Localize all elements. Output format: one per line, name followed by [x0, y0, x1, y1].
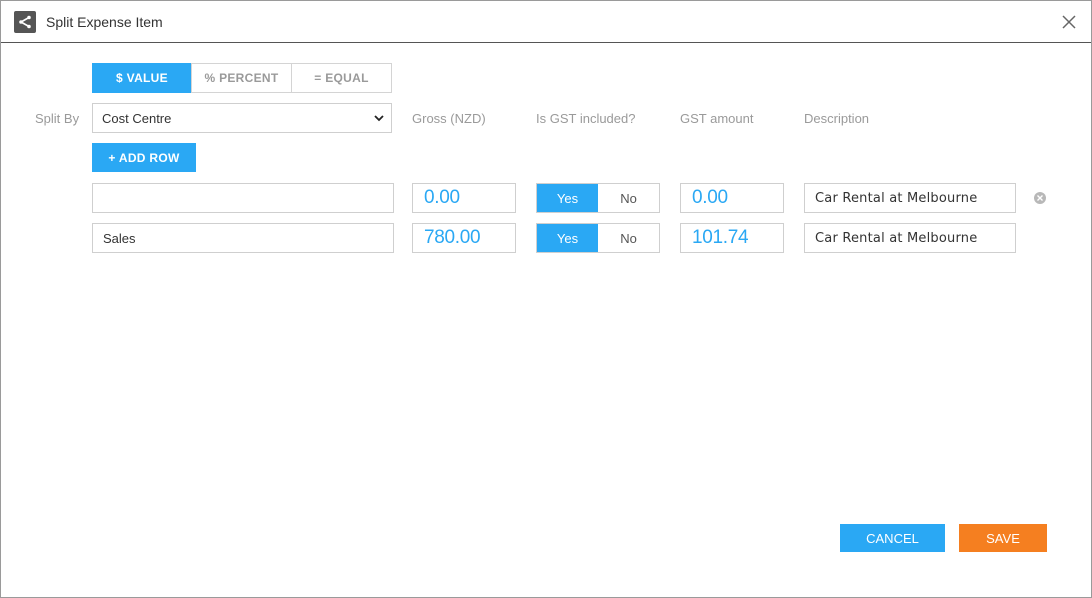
row-2-cost-centre-value: Sales: [103, 230, 136, 246]
split-expense-dialog: Split Expense Item $ VALUE % PERCENT = E…: [0, 0, 1092, 598]
row-1-description-value: Car Rental at Melbourne: [815, 190, 978, 206]
split-mode-value-tab[interactable]: $ VALUE: [92, 63, 192, 93]
row-1-gst-no-option[interactable]: No: [598, 184, 659, 212]
row-2-cost-centre-input[interactable]: Sales: [92, 223, 394, 253]
add-row-button[interactable]: + ADD ROW: [92, 143, 196, 172]
row-1-gst-toggle: Yes No: [536, 183, 660, 213]
cancel-button[interactable]: CANCEL: [840, 524, 945, 552]
gst-amount-column-header: GST amount: [680, 111, 754, 126]
row-1-gst-yes-option[interactable]: Yes: [537, 184, 598, 212]
row-2-gst-amount-input[interactable]: 101.74: [680, 223, 784, 253]
gross-column-header: Gross (NZD): [412, 111, 486, 126]
split-by-label: Split By: [35, 111, 80, 126]
chevron-down-icon: [373, 112, 385, 127]
save-button[interactable]: SAVE: [959, 524, 1047, 552]
split-by-select[interactable]: Cost Centre: [92, 103, 392, 133]
row-1-description-input[interactable]: Car Rental at Melbourne: [804, 183, 1016, 213]
row-2-gst-no-option[interactable]: No: [598, 224, 659, 252]
dialog-title: Split Expense Item: [46, 14, 163, 30]
row-1-cost-centre-input[interactable]: [92, 183, 394, 213]
split-mode-equal-tab[interactable]: = EQUAL: [291, 63, 392, 93]
dialog-titlebar: Split Expense Item: [1, 1, 1091, 43]
row-2-description-input[interactable]: Car Rental at Melbourne: [804, 223, 1016, 253]
row-2-gross-value: 780.00: [424, 227, 481, 248]
description-column-header: Description: [804, 111, 870, 126]
row-2-gst-toggle: Yes No: [536, 223, 660, 253]
split-mode-percent-tab[interactable]: % PERCENT: [191, 63, 292, 93]
row-1-gross-input[interactable]: 0.00: [412, 183, 516, 213]
split-icon: [14, 11, 36, 33]
close-icon[interactable]: [1061, 14, 1077, 30]
row-1-gst-amount-input[interactable]: 0.00: [680, 183, 784, 213]
row-2-gross-input[interactable]: 780.00: [412, 223, 516, 253]
row-2-gst-amount-value: 101.74: [692, 227, 749, 248]
row-2-gst-yes-option[interactable]: Yes: [537, 224, 598, 252]
split-by-selected-value: Cost Centre: [102, 110, 172, 126]
row-1-gross-value: 0.00: [424, 187, 460, 208]
gst-included-column-header: Is GST included?: [536, 111, 636, 126]
row-1-gst-amount-value: 0.00: [692, 187, 728, 208]
remove-row-icon[interactable]: [1034, 192, 1046, 204]
row-2-description-value: Car Rental at Melbourne: [815, 230, 978, 246]
